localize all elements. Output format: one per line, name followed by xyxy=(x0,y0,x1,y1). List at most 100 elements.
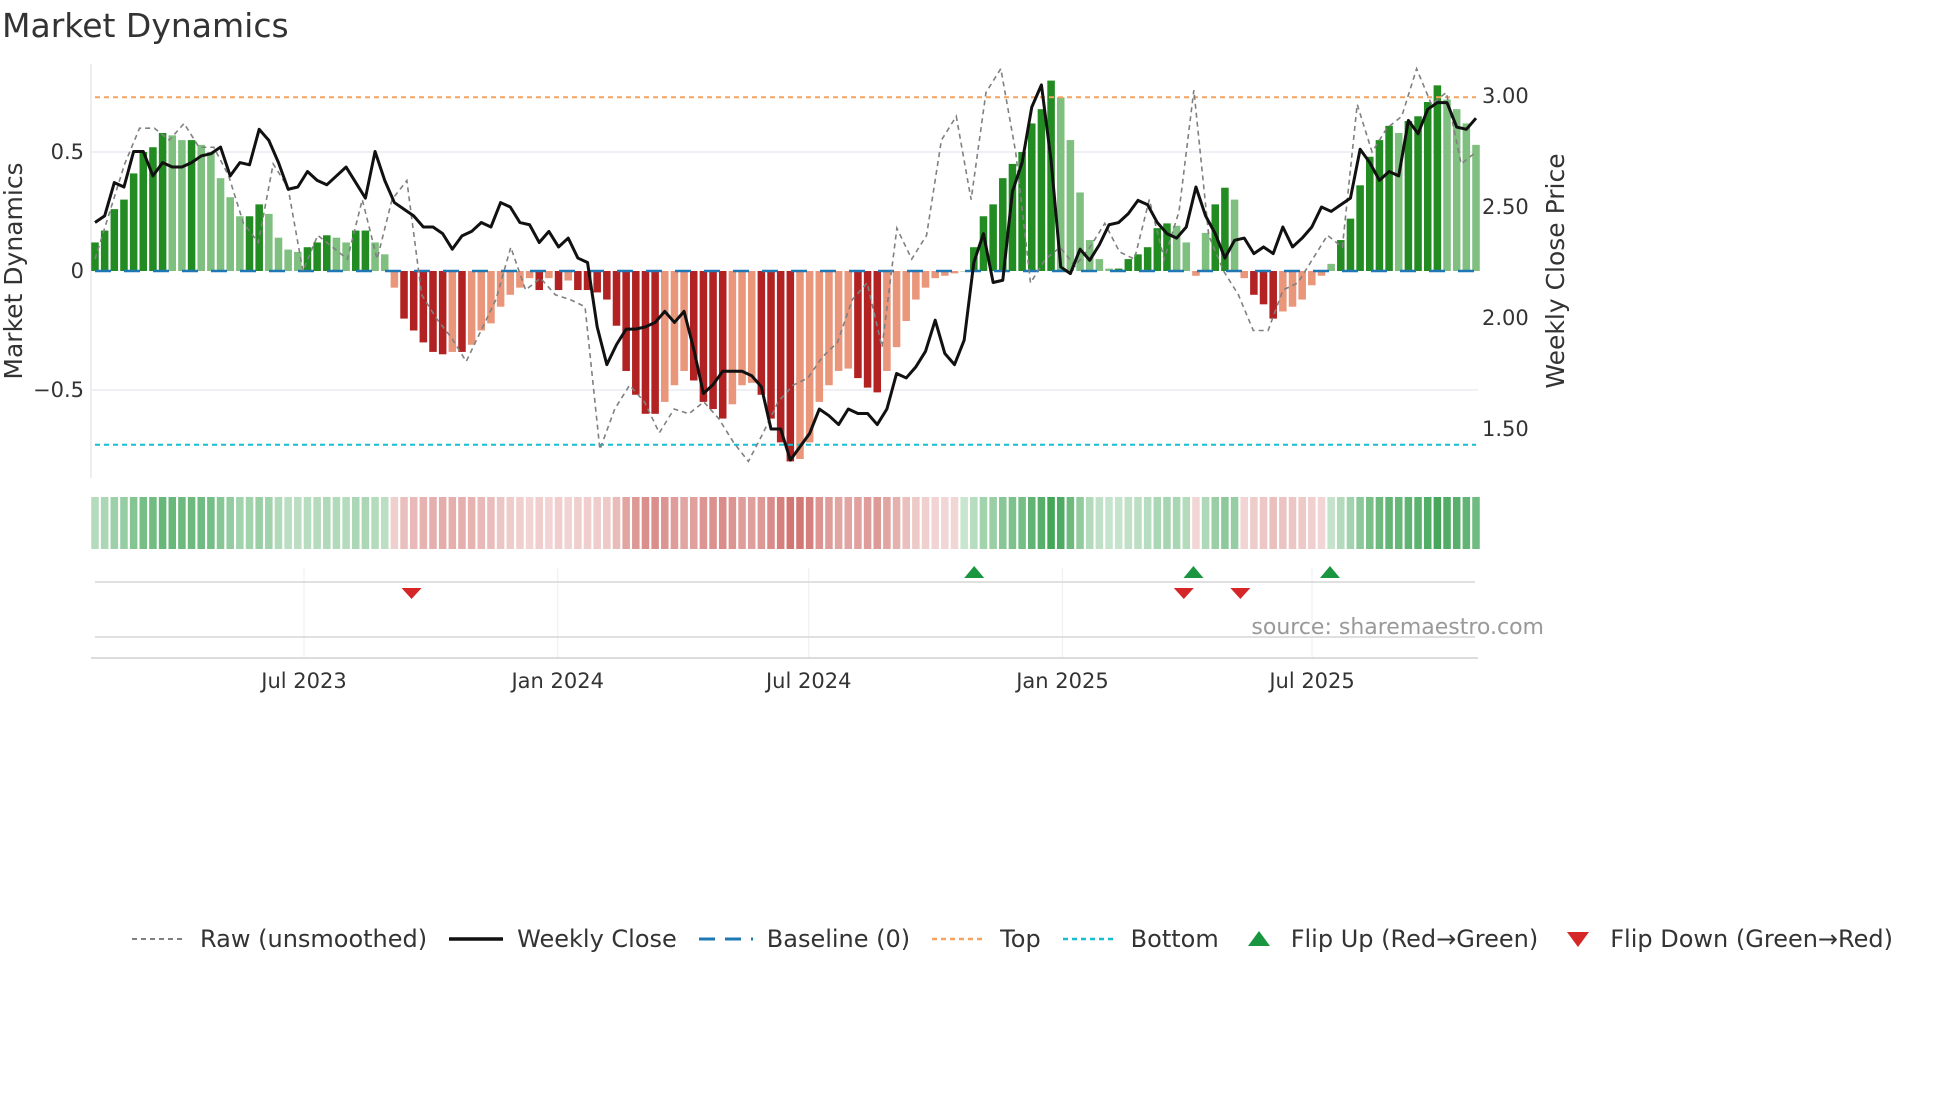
regime-strip-cell xyxy=(622,497,630,549)
bar xyxy=(1172,225,1181,271)
legend: Raw (unsmoothed) Weekly Close Baseline (… xyxy=(130,925,1913,953)
bar xyxy=(323,235,331,271)
bar xyxy=(612,271,621,326)
bar xyxy=(1288,271,1297,307)
regime-strip-cell xyxy=(728,497,737,549)
regime-strip-cell xyxy=(970,497,978,549)
legend-label-baseline: Baseline (0) xyxy=(766,925,911,953)
regime-strip-cell xyxy=(487,497,495,549)
regime-strip-cell xyxy=(796,497,804,549)
bar xyxy=(400,271,408,319)
regime-strip-cell xyxy=(767,497,775,549)
regime-strip-cell xyxy=(612,497,621,549)
bar xyxy=(120,199,128,271)
regime-strip-cell xyxy=(1027,497,1036,549)
regime-strip-cell xyxy=(1288,497,1297,549)
bar xyxy=(873,271,882,393)
bar xyxy=(1066,140,1075,271)
regime-strip-cell xyxy=(979,497,988,549)
legend-swatch-bottom xyxy=(1062,937,1117,941)
regime-strip-cell xyxy=(1317,497,1326,549)
regime-strip-cell xyxy=(1037,497,1046,549)
bar xyxy=(1259,271,1268,305)
regime-strip-cell xyxy=(1056,497,1065,549)
regime-strip-cell xyxy=(535,497,544,549)
regime-strip-cell xyxy=(757,497,766,549)
bar xyxy=(1279,271,1287,312)
bar xyxy=(1375,140,1384,271)
y2-tick-label: 2.50 xyxy=(1482,195,1529,219)
regime-strip-cell xyxy=(680,497,688,549)
bar xyxy=(265,213,273,271)
y-axis-label: Market Dynamics xyxy=(0,162,28,379)
regime-strip-cell xyxy=(854,497,862,549)
legend-swatch-close xyxy=(449,937,504,941)
regime-strip-cell xyxy=(1404,497,1413,549)
regime-strip-cell xyxy=(670,497,679,549)
triangle-down-icon xyxy=(1567,932,1590,947)
regime-strip-cell xyxy=(303,497,312,549)
bar xyxy=(574,271,582,291)
regime-strip-cell xyxy=(1366,497,1374,549)
regime-strip-cell xyxy=(1472,497,1480,549)
bar xyxy=(1356,185,1364,271)
y2-tick-label: 1.50 xyxy=(1482,417,1529,441)
bar xyxy=(255,204,263,271)
bar xyxy=(603,271,611,300)
x-tick-label: Jul 2025 xyxy=(1267,669,1354,693)
regime-strip-cell xyxy=(902,497,910,549)
bar xyxy=(313,242,321,271)
triangle-up-icon xyxy=(1247,931,1270,946)
regime-strip-cell xyxy=(989,497,997,549)
regime-strip-cell xyxy=(429,497,437,549)
regime-strip-cell xyxy=(1230,497,1239,549)
bar xyxy=(477,271,486,331)
regime-strip-cell xyxy=(284,497,292,549)
regime-strip-cell xyxy=(1143,497,1152,549)
bar xyxy=(554,271,563,291)
regime-strip-cell xyxy=(1066,497,1075,549)
y2-tick-label: 2.00 xyxy=(1482,306,1529,330)
regime-strip-cell xyxy=(1250,497,1258,549)
legend-label-flip-down: Flip Down (Green→Red) xyxy=(1610,925,1893,953)
bar xyxy=(207,152,215,271)
legend-item-close: Weekly Close xyxy=(447,925,677,953)
bar xyxy=(1134,254,1142,271)
bar xyxy=(506,271,515,295)
regime-strip-cell xyxy=(168,497,177,549)
bar xyxy=(139,152,148,271)
bar xyxy=(1143,247,1152,271)
bar xyxy=(1423,102,1432,272)
x-tick-label: Jul 2024 xyxy=(764,669,851,693)
x-tick-label: Jul 2023 xyxy=(259,669,346,693)
regime-strip-cell xyxy=(361,497,370,549)
bar xyxy=(805,271,814,443)
x-tick-label: Jan 2024 xyxy=(509,669,604,693)
regime-strip-cell xyxy=(883,497,891,549)
regime-strip-cell xyxy=(516,497,524,549)
raw-line xyxy=(94,66,1477,463)
legend-item-flip-down: Flip Down (Green→Red) xyxy=(1558,925,1893,953)
regime-strip-cell xyxy=(409,497,418,549)
regime-strip-cell xyxy=(1240,497,1248,549)
regime-strip-cell xyxy=(1085,497,1094,549)
regime-strip-cell xyxy=(1298,497,1306,549)
flip-up-marker xyxy=(964,566,985,578)
regime-strip-cell xyxy=(1462,497,1471,549)
bar xyxy=(1027,123,1036,271)
regime-strip-cell xyxy=(332,497,341,549)
regime-strip-cell xyxy=(554,497,563,549)
regime-strip-cell xyxy=(921,497,930,549)
regime-strip-cell xyxy=(709,497,717,549)
bar xyxy=(351,230,360,271)
regime-strip-cell xyxy=(342,497,350,549)
bar xyxy=(912,271,920,300)
regime-strip-cell xyxy=(1452,497,1461,549)
bar xyxy=(1095,259,1104,271)
flip-down-marker xyxy=(401,588,422,599)
regime-strip-cell xyxy=(448,497,457,549)
regime-strip-cell xyxy=(255,497,263,549)
legend-swatch-baseline xyxy=(698,937,753,941)
bar xyxy=(1201,232,1210,271)
regime-strip-cell xyxy=(583,497,592,549)
